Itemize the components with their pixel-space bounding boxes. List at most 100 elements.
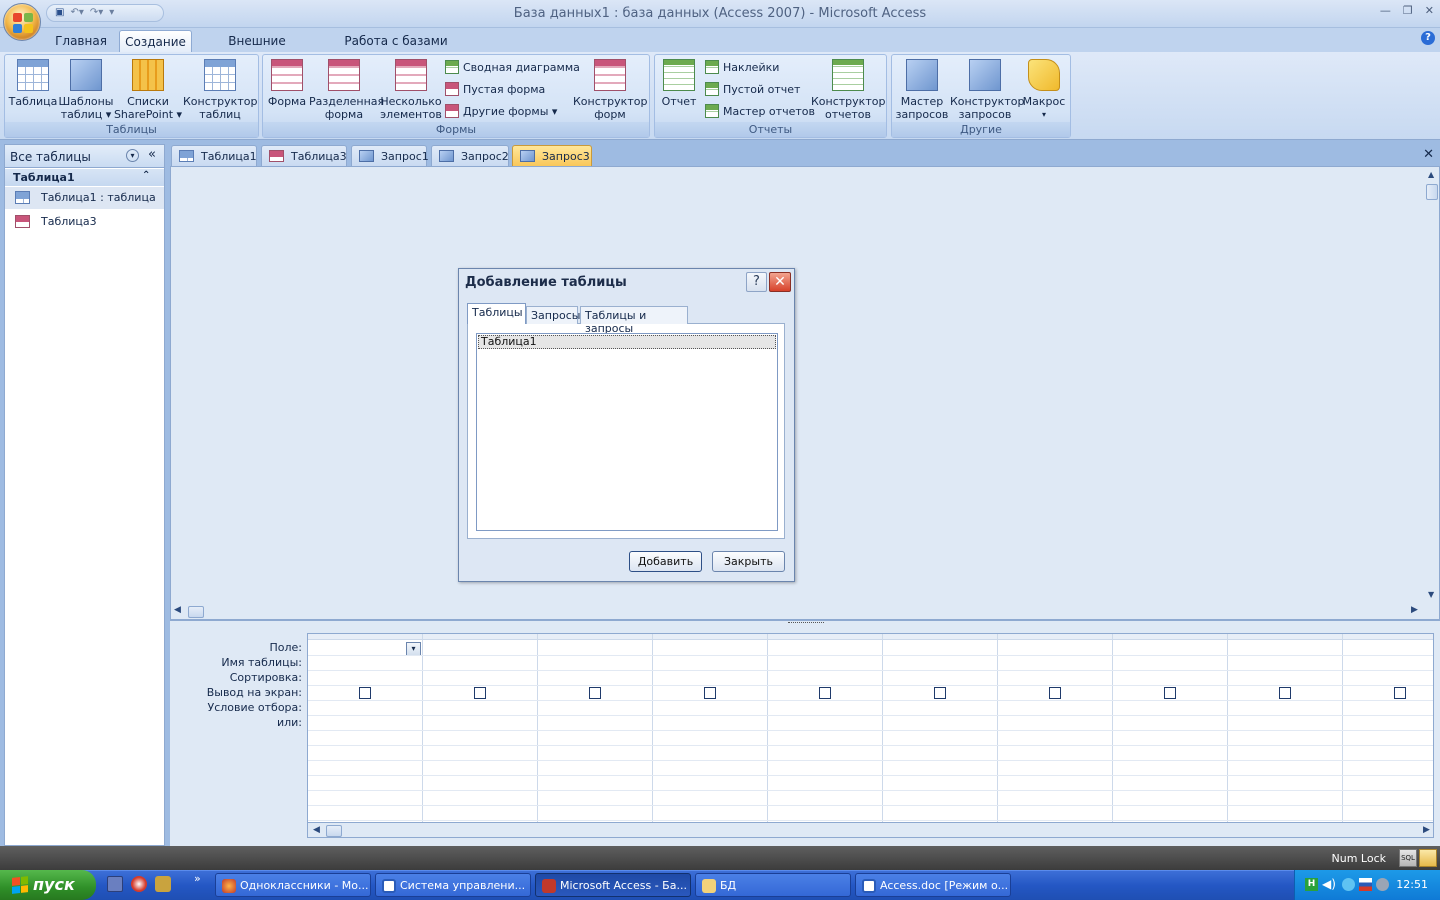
grid-column[interactable] bbox=[1113, 634, 1228, 822]
tray-app-icon[interactable]: H bbox=[1305, 878, 1318, 891]
taskbar-item-folder[interactable]: БД bbox=[695, 873, 851, 897]
sharepoint-lists-button[interactable]: Списки SharePoint ▾ bbox=[113, 59, 183, 121]
show-checkbox[interactable] bbox=[1279, 687, 1291, 699]
vertical-scrollbar[interactable]: ▲ ▼ bbox=[1426, 170, 1439, 600]
scroll-left-icon[interactable]: ◀ bbox=[174, 605, 181, 615]
design-view-icon[interactable] bbox=[1419, 849, 1437, 867]
scroll-up-icon[interactable]: ▲ bbox=[1428, 170, 1434, 179]
doc-tab-table1[interactable]: Таблица1 bbox=[171, 145, 257, 166]
close-document-icon[interactable]: ✕ bbox=[1423, 147, 1434, 162]
table-templates-button[interactable]: Шаблоны таблиц ▾ bbox=[57, 59, 115, 121]
taskbar-item-access[interactable]: Microsoft Access - Ба... bbox=[535, 873, 691, 897]
split-form-button[interactable]: Разделенная форма bbox=[309, 59, 384, 121]
show-checkbox[interactable] bbox=[589, 687, 601, 699]
grid-column[interactable] bbox=[883, 634, 998, 822]
quicklaunch-tool-icon[interactable] bbox=[155, 876, 171, 892]
sql-view-icon[interactable]: SQL bbox=[1399, 849, 1417, 867]
save-icon[interactable]: ▣ bbox=[55, 5, 64, 21]
dialog-close-icon[interactable]: ✕ bbox=[769, 272, 791, 292]
nav-item-table1[interactable]: Таблица1 : таблица bbox=[5, 187, 164, 209]
nav-item-table3[interactable]: Таблица3 bbox=[5, 211, 164, 233]
pivot-chart-button[interactable]: Сводная диаграмма bbox=[445, 58, 580, 76]
query-designer-button[interactable]: Конструктор запросов bbox=[950, 59, 1024, 121]
quicklaunch-opera-icon[interactable] bbox=[131, 876, 147, 892]
grid-column[interactable] bbox=[423, 634, 538, 822]
network-icon[interactable] bbox=[1342, 878, 1355, 891]
doc-tab-query2[interactable]: Запрос2 bbox=[431, 145, 509, 166]
volume-icon[interactable]: ◀) bbox=[1322, 877, 1336, 891]
list-item[interactable]: Таблица1 bbox=[478, 335, 776, 349]
scroll-thumb[interactable] bbox=[188, 606, 204, 618]
dialog-help-icon[interactable]: ? bbox=[746, 272, 767, 292]
close-button[interactable]: Закрыть bbox=[712, 551, 785, 572]
office-button[interactable] bbox=[3, 3, 41, 41]
grid-column[interactable] bbox=[1343, 634, 1433, 822]
undo-icon[interactable]: ↶▾ bbox=[70, 5, 83, 21]
show-checkbox[interactable] bbox=[934, 687, 946, 699]
table-button[interactable]: Таблица bbox=[7, 59, 59, 108]
nav-group-header[interactable]: Таблица1 ⌃ bbox=[5, 169, 164, 186]
grid-column[interactable] bbox=[538, 634, 653, 822]
pane-splitter[interactable] bbox=[170, 620, 1440, 627]
scroll-left-icon[interactable]: ◀ bbox=[313, 825, 320, 835]
show-checkbox[interactable] bbox=[704, 687, 716, 699]
show-checkbox[interactable] bbox=[1394, 687, 1406, 699]
form-button[interactable]: Форма bbox=[265, 59, 309, 108]
redo-icon[interactable]: ↷▾ bbox=[90, 5, 103, 21]
more-forms-button[interactable]: Другие формы ▾ bbox=[445, 102, 557, 120]
scroll-right-icon[interactable]: ▶ bbox=[1411, 605, 1418, 615]
table-listbox[interactable] bbox=[476, 333, 778, 531]
grid-column[interactable] bbox=[768, 634, 883, 822]
labels-button[interactable]: Наклейки bbox=[705, 58, 779, 76]
taskbar-item-word1[interactable]: Система управлени... bbox=[375, 873, 531, 897]
table-designer-button[interactable]: Конструктор таблиц bbox=[183, 59, 257, 121]
query-table-area[interactable] bbox=[170, 166, 1440, 620]
nav-menu-dropdown-icon[interactable]: ▾ bbox=[126, 149, 139, 162]
customize-qat-icon[interactable]: ▾ bbox=[109, 5, 114, 21]
dialog-tab-queries[interactable]: Запросы bbox=[526, 306, 580, 324]
query-wizard-button[interactable]: Мастер запросов bbox=[894, 59, 950, 121]
show-checkbox[interactable] bbox=[1049, 687, 1061, 699]
scroll-thumb[interactable] bbox=[326, 825, 342, 837]
restore-icon[interactable]: ❐ bbox=[1403, 4, 1413, 17]
show-checkbox[interactable] bbox=[359, 687, 371, 699]
report-button[interactable]: Отчет bbox=[657, 59, 701, 108]
report-designer-button[interactable]: Конструктор отчетов bbox=[811, 59, 885, 121]
doc-tab-query3[interactable]: Запрос3 bbox=[512, 145, 592, 166]
tray-misc-icon[interactable] bbox=[1376, 878, 1389, 891]
tab-database-tools[interactable]: Работа с базами данных bbox=[323, 30, 469, 62]
quicklaunch-save-icon[interactable] bbox=[107, 876, 123, 892]
tab-create[interactable]: Создание bbox=[119, 30, 192, 52]
collapse-pane-icon[interactable]: « bbox=[148, 147, 156, 162]
horizontal-scrollbar[interactable]: ◀ ▶ bbox=[173, 605, 1423, 619]
multiple-items-button[interactable]: Несколько элементов bbox=[379, 59, 443, 121]
scroll-down-icon[interactable]: ▼ bbox=[1428, 590, 1434, 599]
grid-column[interactable] bbox=[308, 634, 423, 822]
taskbar-item-word2[interactable]: Access.doc [Режим о... bbox=[855, 873, 1011, 897]
show-checkbox[interactable] bbox=[474, 687, 486, 699]
tab-external-data[interactable]: Внешние данные bbox=[203, 30, 311, 62]
dialog-tab-tables[interactable]: Таблицы bbox=[467, 303, 526, 324]
doc-tab-table3[interactable]: Таблица3 bbox=[261, 145, 347, 166]
blank-form-button[interactable]: Пустая форма bbox=[445, 80, 545, 98]
language-flag-icon[interactable] bbox=[1359, 878, 1372, 891]
show-checkbox[interactable] bbox=[1164, 687, 1176, 699]
scroll-thumb[interactable] bbox=[1426, 184, 1438, 200]
grid-column[interactable] bbox=[998, 634, 1113, 822]
close-icon[interactable]: ✕ bbox=[1425, 4, 1434, 17]
minimize-icon[interactable]: — bbox=[1380, 4, 1391, 17]
grid-column[interactable] bbox=[653, 634, 768, 822]
macro-button[interactable]: Макрос ▾ bbox=[1020, 59, 1068, 121]
scroll-right-icon[interactable]: ▶ bbox=[1423, 825, 1430, 835]
tab-home[interactable]: Главная bbox=[52, 30, 110, 52]
taskbar-item-browser[interactable]: Одноклассники - Мо... bbox=[215, 873, 371, 897]
quicklaunch-more-icon[interactable]: » bbox=[194, 872, 201, 885]
grid-column[interactable] bbox=[1228, 634, 1343, 822]
report-wizard-button[interactable]: Мастер отчетов bbox=[705, 102, 815, 120]
dialog-tab-both[interactable]: Таблицы и запросы bbox=[580, 306, 688, 335]
doc-tab-query1[interactable]: Запрос1 bbox=[351, 145, 429, 166]
query-design-grid[interactable]: ▾ ◀ ▶ bbox=[307, 633, 1434, 838]
add-button[interactable]: Добавить bbox=[629, 551, 702, 572]
help-icon[interactable]: ? bbox=[1421, 31, 1435, 45]
grid-horizontal-scrollbar[interactable]: ◀ ▶ bbox=[308, 822, 1433, 837]
